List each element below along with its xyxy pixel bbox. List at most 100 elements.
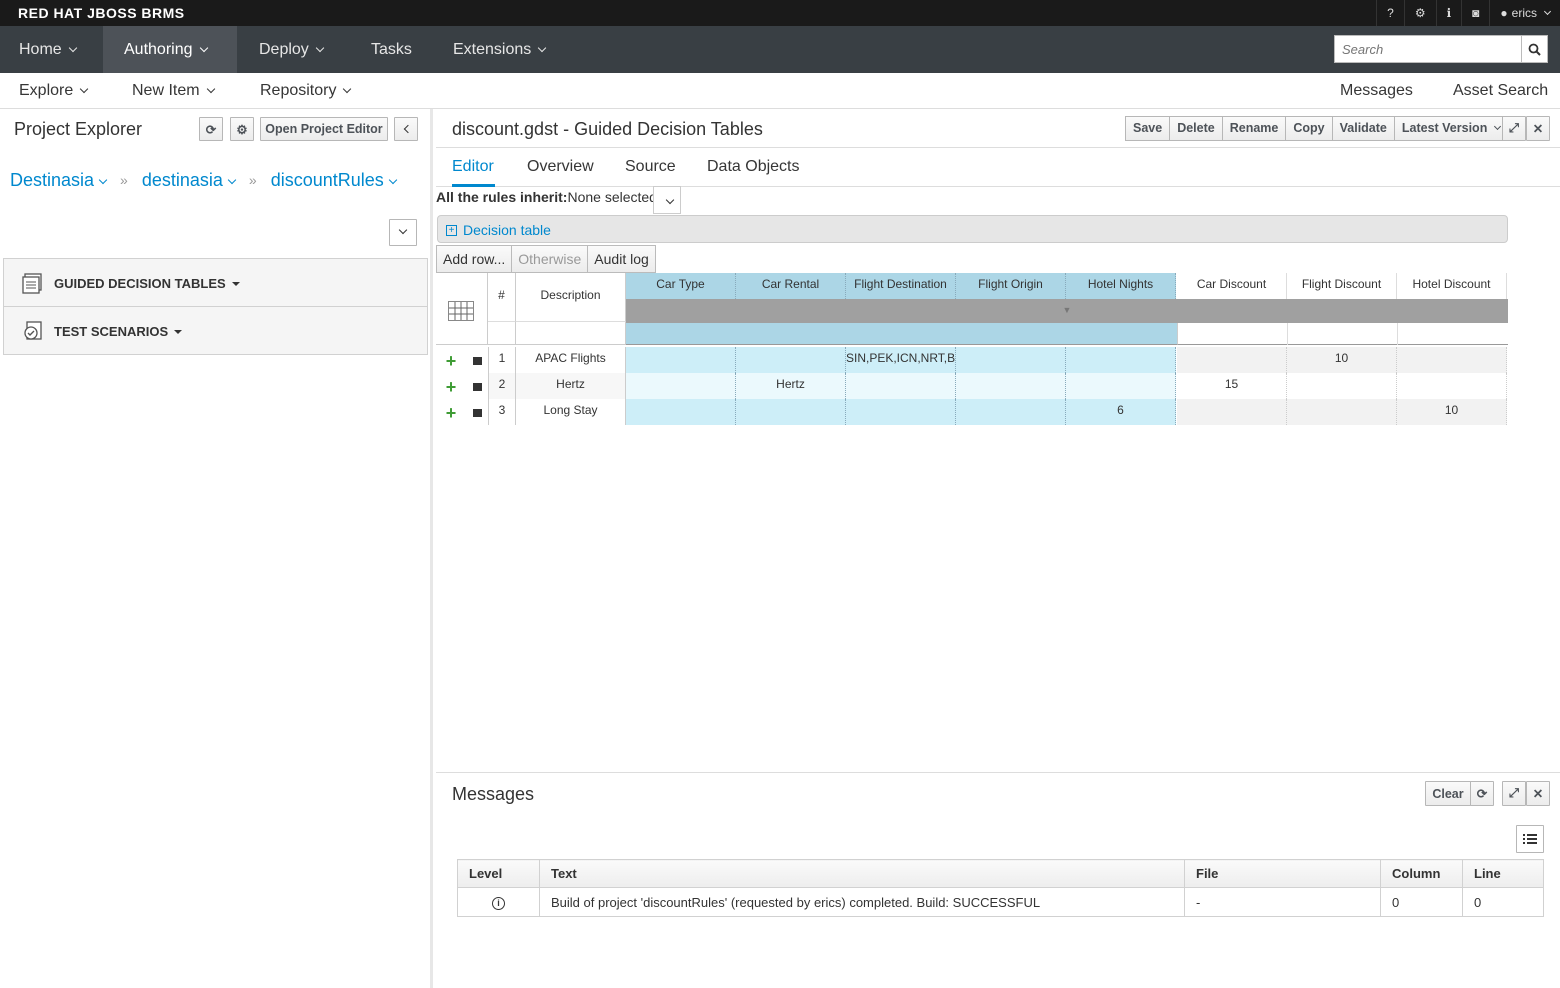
maximize-button[interactable]: ⤢ <box>1502 116 1526 141</box>
info-icon[interactable]: ℹ <box>1435 0 1462 26</box>
decision-table-icon <box>22 273 42 294</box>
add-row-icon[interactable]: + <box>444 381 458 395</box>
nav-tasks[interactable]: Tasks <box>352 26 431 73</box>
messages-link[interactable]: Messages <box>1340 73 1413 109</box>
condition-cell[interactable] <box>846 373 956 399</box>
condition-column-header[interactable]: Flight Destination <box>846 273 956 299</box>
condition-cell[interactable] <box>956 399 1066 425</box>
condition-column-header[interactable]: Car Type <box>626 273 736 299</box>
condition-cell[interactable] <box>1066 347 1176 373</box>
help-icon[interactable]: ? <box>1376 0 1404 26</box>
inherit-dropdown-button[interactable] <box>653 186 681 214</box>
add-row-button[interactable]: Add row... <box>436 245 513 273</box>
refresh-button[interactable]: ⟳ <box>199 117 223 141</box>
col-column[interactable]: Column <box>1380 859 1463 888</box>
condition-cell[interactable] <box>626 347 736 373</box>
audit-log-button[interactable]: Audit log <box>587 245 656 273</box>
section-guided-decision-tables[interactable]: GUIDED DECISION TABLES <box>3 258 428 307</box>
action-cell[interactable]: 15 <box>1177 373 1287 399</box>
action-cell[interactable] <box>1287 399 1397 425</box>
action-cell[interactable] <box>1287 373 1397 399</box>
action-column-header[interactable]: Hotel Discount <box>1397 273 1507 299</box>
collapse-panel-button[interactable] <box>394 117 418 141</box>
condition-cell[interactable]: SIN,PEK,ICN,NRT,BO <box>846 347 956 373</box>
action-cell[interactable]: 10 <box>1397 399 1507 425</box>
action-cell[interactable] <box>1397 347 1507 373</box>
delete-button[interactable]: Delete <box>1169 117 1222 140</box>
open-project-editor-button[interactable]: Open Project Editor <box>260 117 388 141</box>
caret-down-icon <box>174 330 183 334</box>
decision-table-header[interactable]: + Decision table <box>437 215 1508 243</box>
col-line[interactable]: Line <box>1462 859 1544 888</box>
condition-column-header[interactable]: Hotel Nights <box>1066 273 1176 299</box>
asset-search-link[interactable]: Asset Search <box>1453 73 1548 109</box>
tab-source[interactable]: Source <box>625 158 676 176</box>
action-column-header[interactable]: Flight Discount <box>1287 273 1397 299</box>
gear-icon[interactable]: ⚙ <box>1403 0 1436 26</box>
nav-home[interactable]: Home <box>0 26 95 73</box>
col-level[interactable]: Level <box>457 859 540 888</box>
otherwise-button[interactable]: Otherwise <box>511 245 589 273</box>
user-menu[interactable]: ● erics <box>1489 0 1560 26</box>
tab-editor[interactable]: Editor <box>452 158 494 176</box>
delete-row-icon[interactable] <box>473 409 482 417</box>
search-button[interactable] <box>1521 36 1547 62</box>
table-row[interactable]: i Build of project 'discountRules' (requ… <box>457 887 1544 917</box>
condition-cell[interactable] <box>736 347 846 373</box>
breadcrumb-repo[interactable]: destinasia <box>142 170 237 191</box>
save-button[interactable]: Save <box>1126 117 1169 140</box>
version-dropdown[interactable]: Latest Version <box>1393 117 1507 140</box>
repository-menu[interactable]: Repository <box>260 73 352 109</box>
condition-cell[interactable] <box>846 399 956 425</box>
package-dropdown-button[interactable] <box>389 219 417 246</box>
tab-data-objects[interactable]: Data Objects <box>707 158 799 176</box>
condition-cell[interactable] <box>626 399 736 425</box>
nav-authoring[interactable]: Authoring <box>103 26 237 73</box>
decision-table-label: Decision table <box>463 222 551 238</box>
column-picker-button[interactable] <box>1516 825 1544 853</box>
close-button[interactable]: ✕ <box>1526 116 1550 141</box>
chevron-down-icon <box>665 195 675 205</box>
camera-icon[interactable]: ◙ <box>1461 0 1489 26</box>
clear-button[interactable]: Clear <box>1425 781 1471 806</box>
breadcrumb-org[interactable]: Destinasia <box>10 170 108 191</box>
delete-row-icon[interactable] <box>473 357 482 365</box>
context-nav: Explore New Item Repository Messages Ass… <box>0 73 1560 109</box>
action-column-header[interactable]: Car Discount <box>1177 273 1287 299</box>
condition-cell[interactable]: 6 <box>1066 399 1176 425</box>
section-test-scenarios[interactable]: TEST SCENARIOS <box>3 306 428 355</box>
col-text[interactable]: Text <box>539 859 1185 888</box>
col-file[interactable]: File <box>1184 859 1381 888</box>
breadcrumb-project-label: discountRules <box>270 170 384 190</box>
copy-button[interactable]: Copy <box>1285 117 1331 140</box>
settings-button[interactable]: ⚙ <box>230 117 254 141</box>
validate-button[interactable]: Validate <box>1331 117 1394 140</box>
refresh-button[interactable]: ⟳ <box>1470 781 1494 806</box>
action-cell[interactable] <box>1177 347 1287 373</box>
action-cell[interactable]: 10 <box>1287 347 1397 373</box>
breadcrumb-project[interactable]: discountRules <box>270 170 398 191</box>
new-item-menu[interactable]: New Item <box>132 73 215 109</box>
rename-button[interactable]: Rename <box>1221 117 1286 140</box>
close-button[interactable]: ✕ <box>1526 781 1550 806</box>
nav-deploy[interactable]: Deploy <box>240 26 342 73</box>
condition-cell[interactable] <box>956 373 1066 399</box>
condition-cell[interactable] <box>736 399 846 425</box>
column-config-icon[interactable] <box>448 301 474 321</box>
condition-column-header[interactable]: Flight Origin <box>956 273 1066 299</box>
action-cell[interactable] <box>1397 373 1507 399</box>
search-input[interactable] <box>1335 36 1521 62</box>
action-cell[interactable] <box>1177 399 1287 425</box>
condition-column-header[interactable]: Car Rental <box>736 273 846 299</box>
condition-cell[interactable] <box>956 347 1066 373</box>
delete-row-icon[interactable] <box>473 383 482 391</box>
tab-overview[interactable]: Overview <box>527 158 594 176</box>
maximize-button[interactable]: ⤢ <box>1502 781 1526 806</box>
add-row-icon[interactable]: + <box>444 355 458 369</box>
condition-cell[interactable]: Hertz <box>736 373 846 399</box>
add-row-icon[interactable]: + <box>444 407 458 421</box>
nav-extensions[interactable]: Extensions <box>434 26 564 73</box>
condition-cell[interactable] <box>626 373 736 399</box>
explore-menu[interactable]: Explore <box>19 73 89 109</box>
condition-cell[interactable] <box>1066 373 1176 399</box>
